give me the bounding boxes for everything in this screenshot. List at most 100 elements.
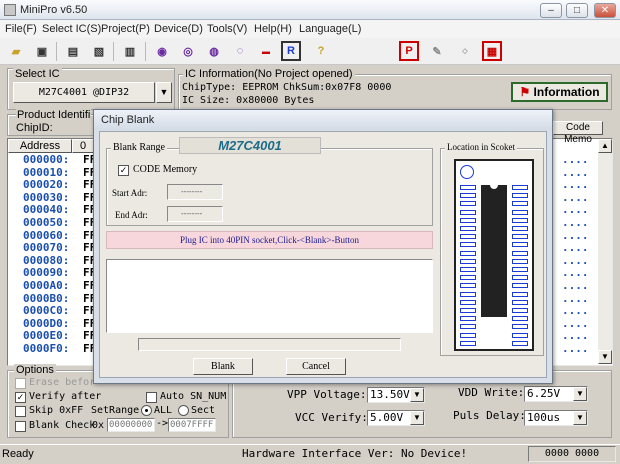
socket-pin — [460, 193, 476, 199]
address-cell: 000000: — [23, 153, 70, 166]
fill-icon[interactable]: ▬ — [256, 41, 276, 61]
minimize-button[interactable]: – — [540, 3, 562, 18]
socket-pin — [460, 201, 476, 207]
progress-bar — [138, 338, 401, 351]
col-0-header: 0 — [72, 139, 94, 153]
program-icon[interactable]: ◎ — [178, 41, 198, 61]
save-icon[interactable]: ▣ — [32, 41, 52, 61]
menu-file[interactable]: File(F) — [5, 23, 37, 35]
dialog-body: Blank Range M27C4001 ✓ CODE Memory Start… — [99, 131, 547, 378]
r-icon[interactable]: R — [281, 41, 301, 61]
socket-pin — [512, 340, 528, 346]
scroll-down-button[interactable]: ▼ — [598, 350, 612, 364]
selected-ic-field[interactable]: M27C4001 @DIP32 — [13, 82, 155, 103]
set-range-label: SetRange: — [91, 405, 146, 416]
menu-bar: File(F) Select IC(S) Project(P) Device(D… — [0, 20, 620, 38]
range-start-input[interactable]: 00000000 — [107, 418, 155, 432]
auto-sn-checkbox[interactable] — [146, 392, 157, 403]
chip-name-display: M27C4001 — [179, 137, 321, 154]
socket-pin — [512, 185, 528, 190]
menu-project[interactable]: Project(P) — [101, 23, 150, 35]
address-cell: 0000A0: — [23, 278, 70, 292]
window-title: MiniPro v6.50 — [20, 4, 88, 16]
read-icon[interactable]: ◉ — [152, 41, 172, 61]
socket-pin — [460, 226, 476, 231]
dialog-title-bar — [94, 110, 552, 130]
blank-button[interactable]: Blank — [193, 358, 253, 375]
menu-select-ic[interactable]: Select IC(S) — [42, 23, 101, 35]
code-memo-tab[interactable]: Code Memo — [553, 121, 603, 145]
socket-pin — [512, 258, 528, 264]
erase-before-label: Erase befor — [29, 377, 96, 388]
zif-socket — [454, 159, 534, 351]
scroll-up-button[interactable]: ▲ — [598, 139, 612, 153]
socket-pin — [460, 217, 476, 223]
range-end-input[interactable]: 0007FFFF — [168, 418, 216, 432]
socket-pin — [512, 308, 528, 313]
vcc-dropdown-arrow[interactable]: ▼ — [410, 411, 424, 425]
socket-pin — [512, 201, 528, 207]
erase-before-checkbox[interactable] — [15, 378, 26, 389]
menu-tools[interactable]: Tools(V) — [207, 23, 247, 35]
open-folder-icon[interactable]: ▰ — [6, 41, 26, 61]
instruction-message: Plug IC into 40PIN socket,Click-<Blank>-… — [106, 231, 433, 249]
start-adr-input[interactable]: -------- — [167, 184, 223, 200]
sect-radio[interactable] — [178, 405, 189, 416]
vpp-label: VPP Voltage: — [287, 388, 367, 401]
blank-check-checkbox[interactable] — [15, 421, 26, 432]
socket-pin — [460, 209, 476, 215]
blank-range-group — [106, 148, 433, 226]
menu-device[interactable]: Device(D) — [154, 23, 203, 35]
chip-icon[interactable]: ▦ — [482, 41, 502, 61]
code-memory-checkbox[interactable]: ✓ — [118, 165, 129, 176]
socket-pin — [460, 332, 476, 338]
all-radio[interactable] — [141, 405, 152, 416]
address-cell: 000020: — [23, 178, 70, 192]
vpp-dropdown-arrow[interactable]: ▼ — [410, 388, 424, 402]
skip-ff-checkbox[interactable] — [15, 406, 26, 417]
information-button[interactable]: ⚑ Information — [511, 82, 608, 102]
menu-help[interactable]: Help(H) — [254, 23, 292, 35]
blank-check-label: Blank Check — [29, 420, 96, 431]
socket-pin — [512, 193, 528, 199]
scrollbar-track[interactable] — [598, 153, 612, 350]
edit-icon[interactable]: ✎ — [427, 41, 447, 61]
title-bar: MiniPro v6.50 – □ ✕ — [0, 0, 620, 20]
vcc-label: VCC Verify: — [295, 411, 368, 424]
maximize-button[interactable]: □ — [566, 3, 588, 18]
socket-pin — [460, 258, 476, 264]
verify-icon[interactable]: ◍ — [204, 41, 224, 61]
memo-cell: .... — [562, 153, 589, 166]
test-icon[interactable]: ◇ — [455, 41, 475, 61]
ic-info-label: IC Information(No Project opened) — [183, 68, 355, 80]
vdd-dropdown-arrow[interactable]: ▼ — [573, 387, 587, 401]
device-info-icon[interactable]: ▥ — [120, 41, 140, 61]
checksum: ChkSum:0x07F8 0000 — [283, 82, 392, 93]
end-adr-input[interactable]: -------- — [167, 206, 223, 222]
chip-notch — [490, 185, 498, 189]
memo-cell: .... — [562, 215, 589, 229]
memo-cell: .... — [562, 241, 589, 255]
all-radio-label: ALL — [154, 405, 173, 416]
auto-sn-label: Auto SN_NUM — [160, 391, 227, 402]
close-button[interactable]: ✕ — [594, 3, 616, 18]
ic-dropdown-arrow[interactable]: ▼ — [156, 82, 172, 103]
socket-pin — [512, 275, 528, 281]
address-cell: 0000F0: — [23, 341, 70, 355]
info-icon: ⚑ — [519, 85, 531, 99]
help-icon[interactable]: ? — [311, 41, 331, 61]
chip-type: ChipType: EEPROM — [182, 82, 279, 93]
puls-dropdown-arrow[interactable]: ▼ — [573, 411, 587, 425]
cancel-button[interactable]: Cancel — [286, 358, 346, 375]
end-adr-label: End Adr: — [115, 210, 148, 220]
erase-icon[interactable]: ◌ — [230, 41, 250, 61]
select-ic-label: Select IC — [13, 68, 62, 80]
menu-language[interactable]: Language(L) — [299, 23, 361, 35]
ic-chip — [481, 185, 507, 317]
verify-after-checkbox[interactable]: ✓ — [15, 392, 26, 403]
open-project-icon[interactable]: ▤ — [63, 41, 83, 61]
chip-id-label: ChipID: — [16, 122, 53, 134]
p-icon[interactable]: P — [399, 41, 419, 61]
product-label: Product Identifi — [16, 109, 92, 121]
save-project-icon[interactable]: ▧ — [89, 41, 109, 61]
